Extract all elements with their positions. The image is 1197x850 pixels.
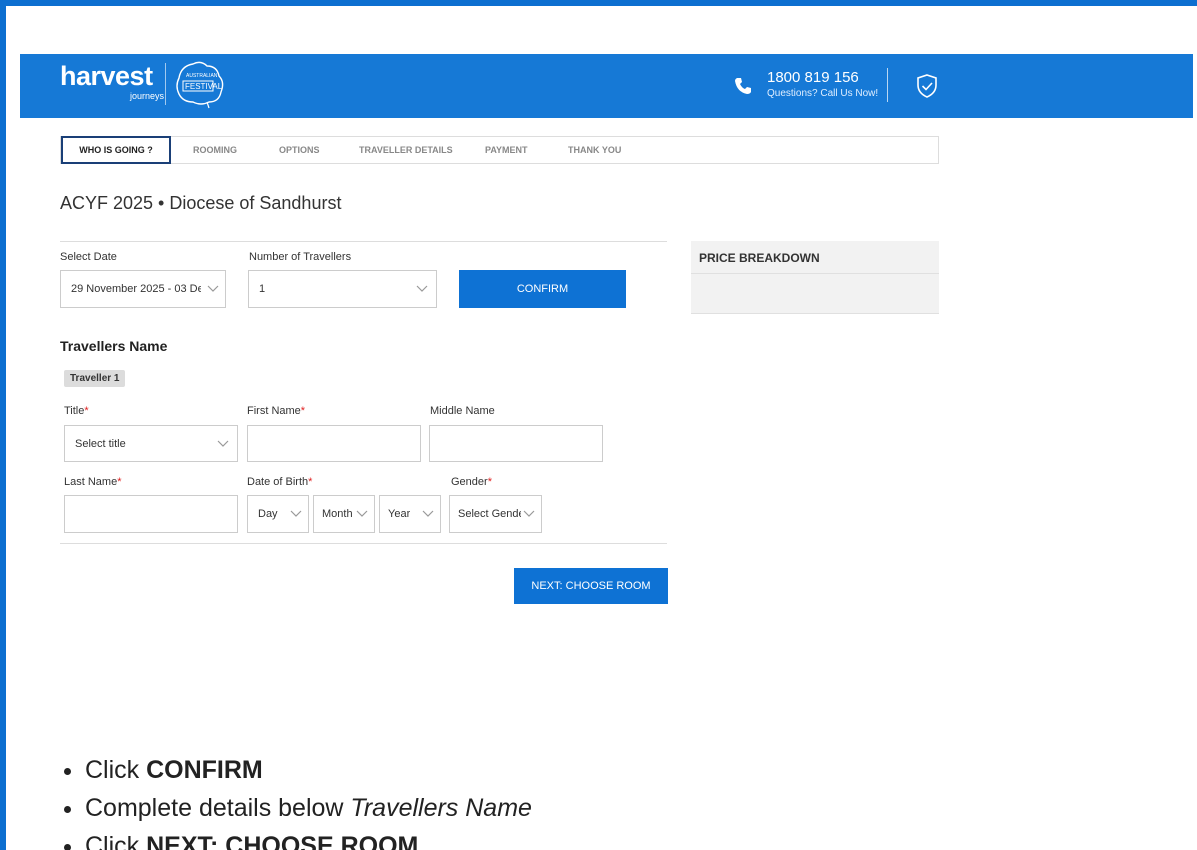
required-mark: * — [308, 476, 313, 488]
instruction-emphasis: CONFIRM — [146, 756, 263, 784]
instruction-emphasis: NEXT: CHOOSE ROOM — [146, 832, 419, 850]
title-dropdown[interactable]: Select title — [64, 425, 238, 462]
select-date-label: Select Date — [60, 251, 117, 263]
gender-dropdown[interactable]: Select Gender — [449, 495, 542, 533]
step-traveller-details[interactable]: TRAVELLER DETAILS — [359, 137, 453, 163]
required-mark: * — [487, 476, 492, 488]
gender-placeholder: Select Gender — [458, 508, 521, 520]
dob-label: Date of Birth* — [247, 476, 312, 488]
divider-top — [60, 241, 667, 242]
instruction-emphasis: Travellers Name — [350, 794, 532, 822]
first-name-label: First Name* — [247, 405, 305, 417]
instruction-text: Click — [85, 756, 147, 784]
gender-label: Gender* — [451, 476, 492, 488]
price-breakdown-divider — [691, 273, 939, 274]
chevron-down-icon — [523, 510, 535, 517]
site-header: harvest journeys AUSTRALIAN FESTIVAL 180… — [20, 54, 1193, 118]
svg-text:AUSTRALIAN: AUSTRALIAN — [186, 73, 218, 79]
dob-year-value: Year — [388, 508, 411, 520]
chevron-down-icon — [416, 285, 428, 292]
logo-divider — [165, 63, 166, 105]
gender-label-text: Gender — [451, 476, 488, 488]
progress-steps: WHO IS GOING ? ROOMING OPTIONS TRAVELLER… — [60, 136, 939, 164]
instruction-text: Click — [85, 832, 147, 850]
first-name-label-text: First Name — [247, 405, 301, 417]
chevron-down-icon — [290, 510, 302, 517]
middle-name-label: Middle Name — [430, 405, 495, 417]
instruction-item: Complete details below Travellers Name — [85, 793, 532, 823]
travellers-count-dropdown[interactable]: 1 — [248, 270, 437, 308]
dob-day-dropdown[interactable]: Day — [247, 495, 309, 533]
logo-word: harvest — [60, 61, 153, 91]
instruction-item: Click CONFIRM — [85, 755, 532, 785]
travellers-count-value: 1 — [259, 283, 266, 295]
festival-badge-icon: AUSTRALIAN FESTIVAL — [176, 61, 224, 109]
last-name-label: Last Name* — [64, 476, 121, 488]
travellers-name-heading: Travellers Name — [60, 338, 168, 354]
last-name-label-text: Last Name — [64, 476, 118, 488]
chevron-down-icon — [356, 510, 368, 517]
phone-subtitle: Questions? Call Us Now! — [767, 88, 879, 99]
frame-top-border — [0, 0, 1197, 6]
required-mark: * — [117, 476, 122, 488]
price-breakdown-panel: PRICE BREAKDOWN — [691, 241, 939, 314]
divider-bottom — [60, 543, 667, 544]
harvest-logo[interactable]: harvest journeys — [60, 61, 164, 101]
phone-icon[interactable] — [733, 76, 753, 96]
dob-month-value: Month — [322, 508, 353, 520]
next-choose-room-button[interactable]: NEXT: CHOOSE ROOM — [514, 568, 668, 604]
chevron-down-icon — [422, 510, 434, 517]
step-who-is-going[interactable]: WHO IS GOING ? — [61, 136, 171, 164]
traveller-tag: Traveller 1 — [64, 370, 126, 387]
header-divider — [887, 68, 888, 102]
title-label-text: Title — [64, 405, 85, 417]
title-label: Title* — [64, 405, 89, 417]
step-options[interactable]: OPTIONS — [279, 137, 320, 163]
frame-left-border — [0, 0, 6, 850]
logo-sub: journeys — [130, 91, 165, 101]
select-date-value: 29 November 2025 - 03 December 2025 — [71, 283, 201, 295]
chevron-down-icon — [207, 285, 219, 292]
dob-day-value: Day — [258, 508, 278, 520]
instruction-list: Click CONFIRM Complete details below Tra… — [85, 755, 532, 850]
required-mark: * — [84, 405, 89, 417]
price-breakdown-title: PRICE BREAKDOWN — [699, 251, 820, 265]
step-payment[interactable]: PAYMENT — [485, 137, 528, 163]
first-name-input[interactable] — [247, 425, 421, 462]
required-mark: * — [300, 405, 306, 417]
dob-year-dropdown[interactable]: Year — [379, 495, 441, 533]
step-thank-you[interactable]: THANK YOU — [568, 137, 621, 163]
svg-text:FESTIVAL: FESTIVAL — [185, 82, 223, 91]
phone-number[interactable]: 1800 819 156 — [767, 69, 859, 86]
step-rooming[interactable]: ROOMING — [193, 137, 237, 163]
page-title: ACYF 2025 • Diocese of Sandhurst — [60, 193, 342, 213]
shield-check-icon[interactable] — [916, 74, 938, 98]
chevron-down-icon — [217, 440, 229, 447]
title-placeholder: Select title — [75, 437, 126, 450]
select-date-dropdown[interactable]: 29 November 2025 - 03 December 2025 — [60, 270, 226, 308]
middle-name-input[interactable] — [429, 425, 603, 462]
instruction-text: Complete details below — [85, 794, 351, 822]
instruction-item: Click NEXT: CHOOSE ROOM — [85, 831, 532, 850]
dob-month-dropdown[interactable]: Month — [313, 495, 375, 533]
confirm-button[interactable]: CONFIRM — [459, 270, 626, 308]
dob-label-text: Date of Birth — [247, 476, 309, 488]
travellers-count-label: Number of Travellers — [249, 251, 352, 263]
last-name-input[interactable] — [64, 495, 238, 533]
